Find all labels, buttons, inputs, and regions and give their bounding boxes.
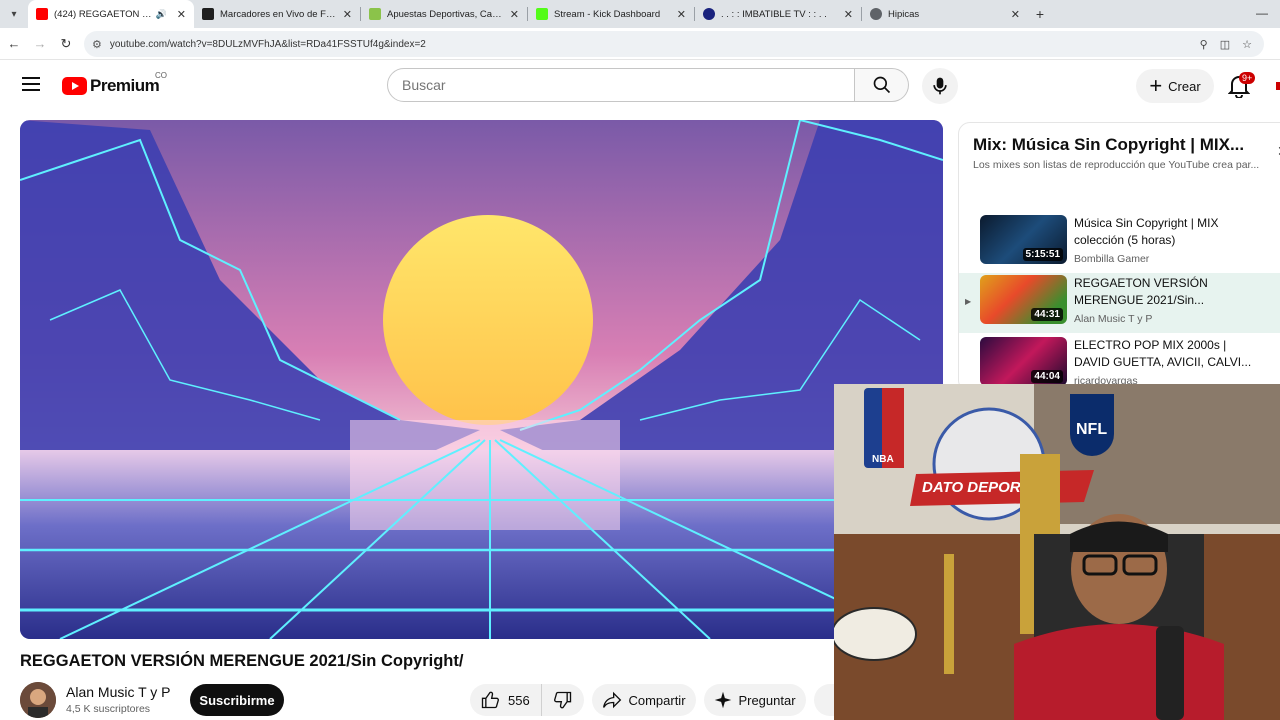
playlist-item-current[interactable]: ▶ 44:31 REGGAETON VERSIÓN MERENGUE 2021/…: [959, 273, 1280, 333]
apuestas-favicon-icon: [369, 8, 381, 20]
channel-name[interactable]: Alan Music T y P: [66, 684, 171, 700]
imbatible-favicon-icon: [703, 8, 715, 20]
reload-icon[interactable]: ↻: [54, 36, 78, 52]
create-button[interactable]: + Crear: [1136, 69, 1214, 103]
search-icon: [873, 76, 890, 94]
item-title: Música Sin Copyright | MIX colección (5 …: [1074, 216, 1219, 247]
video-thumbnail: 44:31: [980, 275, 1067, 324]
playlist-item[interactable]: 5:15:51 Música Sin Copyright | MIX colec…: [959, 213, 1280, 273]
speaker-icon[interactable]: 🔊: [156, 9, 167, 20]
bookmark-star-icon[interactable]: ☆: [1242, 38, 1252, 51]
like-button[interactable]: 556: [470, 684, 542, 716]
youtube-premium-logo[interactable]: Premium CO: [62, 71, 167, 96]
mix-playlist-panel: Mix: Música Sin Copyright | MIX... Los m…: [958, 122, 1280, 392]
close-tab-icon[interactable]: ✕: [844, 8, 853, 21]
duration-badge: 5:15:51: [1022, 248, 1063, 261]
webcam-overlay: NBA NFL DATO DEPORTIVO: [834, 384, 1280, 720]
video-frame-synthwave: [20, 120, 943, 639]
minimize-window-icon[interactable]: —: [1256, 6, 1268, 20]
dislike-button[interactable]: [542, 690, 584, 710]
duration-badge: 44:04: [1031, 370, 1063, 383]
browser-tab-marcadores[interactable]: Marcadores en Vivo de Fútbol ✕: [194, 0, 360, 28]
browser-tab-hipicas[interactable]: Hipicas ✕: [862, 0, 1028, 28]
youtube-header: Premium CO + Crear 9+: [0, 60, 1280, 112]
browser-toolbar: ← → ↻ ⚙ youtube.com/watch?v=8DULzMVFhJA&…: [0, 28, 1280, 60]
close-tab-icon[interactable]: ✕: [1011, 8, 1020, 21]
install-app-icon[interactable]: ◫: [1220, 38, 1230, 51]
duration-badge: 44:31: [1031, 308, 1063, 321]
like-count: 556: [508, 692, 530, 708]
create-label: Crear: [1168, 78, 1201, 94]
close-tab-icon[interactable]: ✕: [177, 8, 186, 21]
playlist-subtitle: Los mixes son listas de reproducción que…: [973, 159, 1260, 171]
close-tab-icon[interactable]: ✕: [677, 8, 686, 21]
item-title: REGGAETON VERSIÓN MERENGUE 2021/Sin...: [1074, 276, 1208, 307]
thumbs-up-icon: [481, 691, 500, 709]
globe-favicon-icon: [870, 8, 882, 20]
microphone-icon: [933, 77, 947, 95]
nfl-logo-text: NFL: [1076, 421, 1107, 438]
tab-title: Marcadores en Vivo de Fútbol: [220, 8, 337, 20]
now-playing-icon: ▶: [965, 297, 972, 306]
url-text[interactable]: youtube.com/watch?v=8DULzMVFhJA&list=RDa…: [110, 39, 1200, 50]
zoom-icon[interactable]: ⚲: [1200, 38, 1208, 51]
webcam-feed-image: NBA NFL DATO DEPORTIVO: [834, 384, 1280, 720]
kick-favicon-icon: [536, 8, 548, 20]
close-tab-icon[interactable]: ✕: [510, 8, 519, 21]
screen: ▾ (424) REGGAETON VERSIÓN 🔊 ✕ Marcadores…: [0, 0, 1280, 720]
marcadores-favicon-icon: [202, 8, 214, 20]
video-player[interactable]: [20, 120, 943, 639]
search-box[interactable]: [387, 68, 855, 102]
forward-arrow-icon[interactable]: →: [28, 36, 52, 51]
tab-title: . . : : IMBATIBLE TV : : . .: [721, 8, 827, 20]
share-button[interactable]: Compartir: [592, 684, 696, 716]
menu-icon[interactable]: [22, 77, 40, 95]
voice-search-button[interactable]: [922, 68, 958, 104]
tab-title: Hipicas: [888, 8, 920, 20]
country-code: CO: [155, 71, 167, 80]
logo-text: Premium: [90, 76, 160, 95]
notification-count-badge: 9+: [1239, 72, 1256, 84]
subscriber-count: 4,5 K suscriptores: [66, 703, 151, 715]
ask-label: Preguntar: [738, 692, 796, 708]
close-tab-icon[interactable]: ✕: [343, 8, 352, 21]
address-bar[interactable]: ⚙ youtube.com/watch?v=8DULzMVFhJA&list=R…: [84, 31, 1264, 57]
channel-avatar-icon: [20, 682, 56, 718]
tab-title: Stream - Kick Dashboard: [554, 8, 661, 20]
tab-title: Apuestas Deportivas, Casa de A: [387, 8, 504, 20]
nba-logo-text: NBA: [872, 454, 894, 465]
playlist-title[interactable]: Mix: Música Sin Copyright | MIX...: [973, 135, 1244, 155]
video-thumbnail: 5:15:51: [980, 215, 1067, 264]
browser-tab-strip: ▾ (424) REGGAETON VERSIÓN 🔊 ✕ Marcadores…: [0, 0, 1280, 28]
search-input[interactable]: [402, 77, 854, 93]
video-thumbnail: 44:04: [980, 337, 1067, 386]
tab-search-icon[interactable]: ▾: [0, 0, 28, 28]
browser-tab-kick[interactable]: Stream - Kick Dashboard ✕: [528, 0, 694, 28]
item-title: ELECTRO POP MIX 2000s | DAVID GUETTA, AV…: [1074, 338, 1252, 369]
search-button[interactable]: [855, 68, 909, 102]
back-arrow-icon[interactable]: ←: [2, 36, 26, 51]
browser-tab-imbatible[interactable]: . . : : IMBATIBLE TV : : . . ✕: [695, 0, 861, 28]
video-title: REGGAETON VERSIÓN MERENGUE 2021/Sin Copy…: [20, 652, 464, 670]
item-channel: Alan Music T y P: [1074, 313, 1153, 325]
browser-tab-youtube[interactable]: (424) REGGAETON VERSIÓN 🔊 ✕: [28, 0, 194, 28]
avatar-edge[interactable]: [1276, 82, 1280, 90]
youtube-favicon-icon: [36, 8, 48, 20]
ask-button[interactable]: Preguntar: [704, 684, 806, 716]
share-label: Compartir: [628, 692, 686, 708]
subscribe-button[interactable]: Suscribirme: [190, 684, 284, 716]
new-tab-plus-icon[interactable]: +: [1028, 6, 1052, 22]
item-channel: Bombilla Gamer: [1074, 253, 1150, 265]
plus-icon: +: [1149, 73, 1163, 98]
share-arrow-icon: [603, 691, 622, 709]
like-dislike-group: 556: [470, 684, 584, 716]
channel-avatar[interactable]: [20, 682, 56, 718]
sparkle-icon: [715, 691, 732, 709]
tab-title: (424) REGGAETON VERSIÓN: [54, 8, 152, 20]
site-info-icon[interactable]: ⚙: [92, 38, 102, 51]
browser-tab-apuestas[interactable]: Apuestas Deportivas, Casa de A ✕: [361, 0, 527, 28]
youtube-play-logo-icon: [62, 77, 87, 95]
thumbs-down-icon: [553, 691, 572, 709]
